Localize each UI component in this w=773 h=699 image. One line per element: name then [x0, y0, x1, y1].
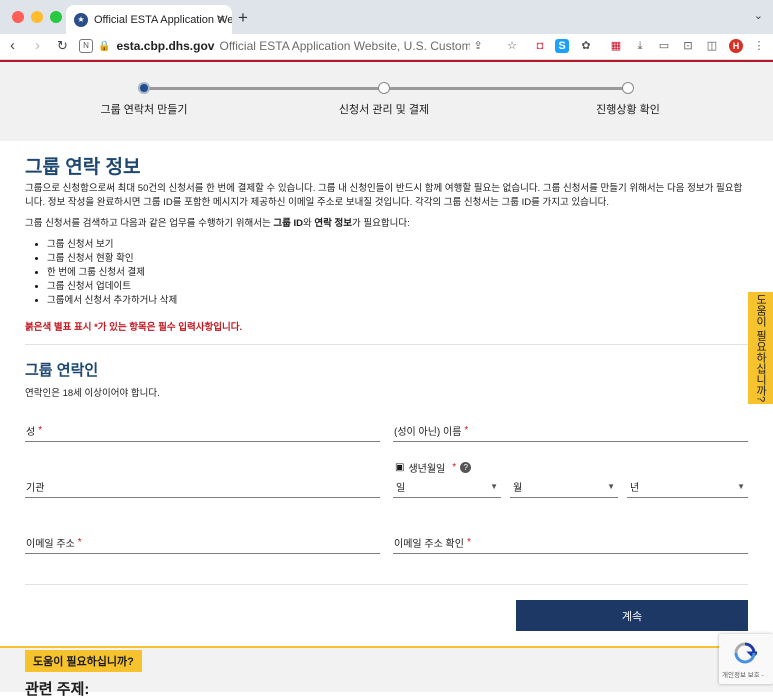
dob-day-select[interactable]: 일 ▼: [393, 476, 501, 498]
first-name-field[interactable]: (성이 아닌) 이름 *: [393, 420, 748, 442]
reload-icon[interactable]: ↻: [57, 38, 68, 54]
profile-avatar[interactable]: H: [729, 39, 743, 53]
sidebar-icon[interactable]: ◫: [705, 39, 719, 53]
window-minimize-button[interactable]: [31, 11, 43, 23]
back-icon[interactable]: ‹: [10, 38, 15, 54]
required-note: 붉은색 별표 표시 *가 있는 항목은 필수 입력사항입니다.: [25, 322, 243, 333]
browser-toolbar: ‹ › ↻ N 🔒 esta.cbp.dhs.gov Official ESTA…: [0, 34, 773, 60]
recaptcha-icon: [734, 642, 757, 664]
tab-capture-icon[interactable]: ▭: [657, 39, 671, 53]
list-item: 그룹 신청서 현황 확인: [47, 252, 177, 266]
forward-icon[interactable]: ›: [35, 38, 40, 54]
browser-tab-bar: ★ Official ESTA Application Webs ✕ + ⌄: [0, 0, 773, 34]
dob-year-select[interactable]: 년 ▼: [627, 476, 748, 498]
caret-down-icon: ▼: [607, 482, 615, 491]
reader-mode-icon[interactable]: N: [79, 39, 93, 53]
list-item: 그룹 신청서 업데이트: [47, 280, 177, 294]
extension-s-icon[interactable]: S: [555, 39, 569, 53]
recaptcha-privacy-link[interactable]: 개인정보 보호 -: [722, 669, 764, 679]
step-1-label: 그룹 연락처 만들기: [100, 104, 188, 116]
url-page-title: Official ESTA Application Website, U.S. …: [219, 39, 470, 53]
extension-puzzle-icon[interactable]: ✿: [579, 39, 593, 53]
dob-label: ▣ 생년월일 * ?: [395, 460, 472, 475]
form-divider: [25, 584, 748, 585]
progress-steps: 그룹 연락처 만들기 신청서 관리 및 결제 진행상황 확인: [0, 62, 773, 141]
dhs-seal-icon: ★: [74, 12, 88, 27]
window-zoom-button[interactable]: [50, 11, 62, 23]
bookmark-star-icon[interactable]: ☆: [505, 39, 519, 53]
section-divider: [25, 344, 748, 345]
continue-button[interactable]: 계속: [516, 600, 748, 631]
caret-down-icon: ▼: [737, 482, 745, 491]
address-bar[interactable]: 🔒 esta.cbp.dhs.gov Official ESTA Applica…: [98, 36, 470, 56]
step-3-dot: [622, 82, 634, 94]
contact-section-title: 그룹 연락인: [25, 362, 99, 379]
new-tab-button[interactable]: +: [238, 8, 248, 28]
list-item: 그룹 신청서 보기: [47, 238, 177, 252]
organization-field[interactable]: 기관: [25, 476, 380, 498]
last-name-field[interactable]: 성 *: [25, 420, 380, 442]
requirements-text: 그룹 신청서를 검색하고 다음과 같은 업무를 수행하기 위해서는 그룹 ID와…: [25, 218, 410, 229]
recaptcha-badge[interactable]: 개인정보 보호 -: [719, 634, 773, 684]
pocket-icon[interactable]: ◘: [533, 39, 547, 53]
help-question-icon[interactable]: ?: [460, 462, 472, 473]
age-note: 연락인은 18세 이상이어야 합니다.: [25, 388, 160, 399]
calendar-icon: ▣: [395, 462, 405, 473]
url-host: esta.cbp.dhs.gov: [116, 39, 215, 53]
caret-down-icon: ▼: [490, 482, 498, 491]
related-topics-heading: 관련 주제:: [25, 681, 90, 698]
share-icon[interactable]: ⇪: [471, 39, 485, 53]
step-2-dot: [378, 82, 390, 94]
help-banner: 도움이 필요하십니까?: [25, 650, 142, 672]
page-title: 그룹 연락 정보: [25, 157, 141, 178]
list-item: 한 번에 그룹 신청서 결제: [47, 266, 177, 280]
browser-tab[interactable]: ★ Official ESTA Application Webs ✕: [66, 5, 232, 34]
flag-extension-icon[interactable]: ▦: [609, 39, 623, 53]
intro-text: 그룹으로 신청함으로써 최대 50건의 신청서를 한 번에 결제할 수 있습니다…: [25, 183, 743, 208]
tab-close-icon[interactable]: ✕: [217, 13, 226, 26]
email-confirm-field[interactable]: 이메일 주소 확인 *: [393, 532, 748, 554]
window-close-button[interactable]: [12, 11, 24, 23]
step-1-dot: [138, 82, 150, 94]
lock-icon: 🔒: [98, 40, 111, 52]
step-2-label: 신청서 관리 및 결제: [338, 104, 430, 116]
list-item: 그룹에서 신청서 추가하거나 삭제: [47, 294, 177, 308]
tab-list-chevron-icon[interactable]: ⌄: [754, 9, 763, 22]
menu-icon[interactable]: ⋮: [752, 39, 766, 53]
email-field[interactable]: 이메일 주소 *: [25, 532, 380, 554]
screenshot-icon[interactable]: ⊡: [681, 39, 695, 53]
help-side-tab[interactable]: 도움이 필요하십니까?: [748, 292, 773, 404]
footer-help-section: 도움이 필요하십니까? 관련 주제:: [0, 646, 773, 698]
tab-title: Official ESTA Application Webs: [94, 13, 232, 26]
download-icon[interactable]: ⤓: [633, 39, 647, 53]
dob-month-select[interactable]: 월 ▼: [510, 476, 618, 498]
step-3-label: 진행상황 확인: [596, 104, 660, 116]
task-list: 그룹 신청서 보기 그룹 신청서 현황 확인 한 번에 그룹 신청서 결제 그룹…: [47, 238, 177, 308]
